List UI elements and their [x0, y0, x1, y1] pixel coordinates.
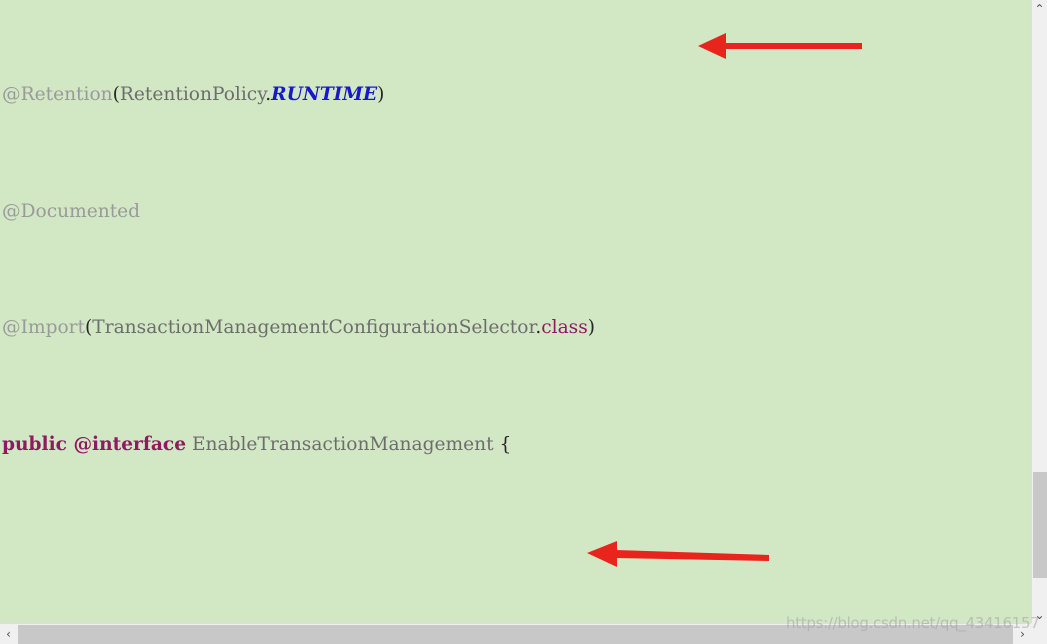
chevron-up-icon: ⌃ — [1034, 1, 1045, 16]
scroll-right-button[interactable]: › — [1014, 624, 1031, 644]
scroll-down-button[interactable]: ⌄ — [1032, 606, 1047, 623]
code-line-import[interactable]: @Import(TransactionManagementConfigurati… — [0, 316, 1031, 339]
code-line-interface-decl[interactable]: public @interface EnableTransactionManag… — [0, 433, 1031, 456]
punctuation: { — [493, 433, 512, 455]
code-lines-container: @Retention(RetentionPolicy.RUNTIME) @Doc… — [0, 0, 1031, 624]
code-viewer: @Retention(RetentionPolicy.RUNTIME) @Doc… — [0, 0, 1047, 644]
keyword-public: public @interface — [2, 433, 187, 455]
horizontal-scrollbar[interactable]: ‹ › — [0, 623, 1031, 644]
type-token: TransactionManagementConfigurationSelect… — [92, 317, 536, 339]
chevron-right-icon: › — [1020, 627, 1025, 641]
type-name: EnableTransactionManagement — [191, 433, 494, 455]
chevron-down-icon: ⌄ — [1034, 607, 1045, 622]
code-line-retention[interactable]: @Retention(RetentionPolicy.RUNTIME) — [0, 83, 1031, 106]
vertical-scrollbar[interactable]: ⌃ ⌄ — [1031, 0, 1047, 644]
scroll-up-button[interactable]: ⌃ — [1032, 0, 1047, 17]
horizontal-scrollbar-thumb[interactable] — [18, 625, 1013, 644]
code-line-blank[interactable] — [0, 526, 1031, 549]
chevron-left-icon: ‹ — [6, 627, 11, 641]
annotation-token: @Documented — [2, 200, 141, 222]
scroll-left-button[interactable]: ‹ — [0, 624, 17, 644]
annotation-token: @Import — [2, 317, 86, 339]
scrollbar-corner — [1031, 623, 1047, 644]
code-editor-surface[interactable]: @Retention(RetentionPolicy.RUNTIME) @Doc… — [0, 0, 1031, 624]
punctuation: ( — [112, 84, 120, 106]
code-line-documented[interactable]: @Documented — [0, 200, 1031, 223]
type-token: RetentionPolicy — [119, 84, 266, 106]
keyword-class: class — [541, 317, 588, 339]
punctuation: ) — [587, 317, 596, 339]
punctuation: ) — [377, 84, 385, 106]
constant-token: RUNTIME — [271, 84, 378, 106]
annotation-token: @Retention — [2, 84, 113, 106]
vertical-scrollbar-thumb[interactable] — [1033, 472, 1047, 578]
